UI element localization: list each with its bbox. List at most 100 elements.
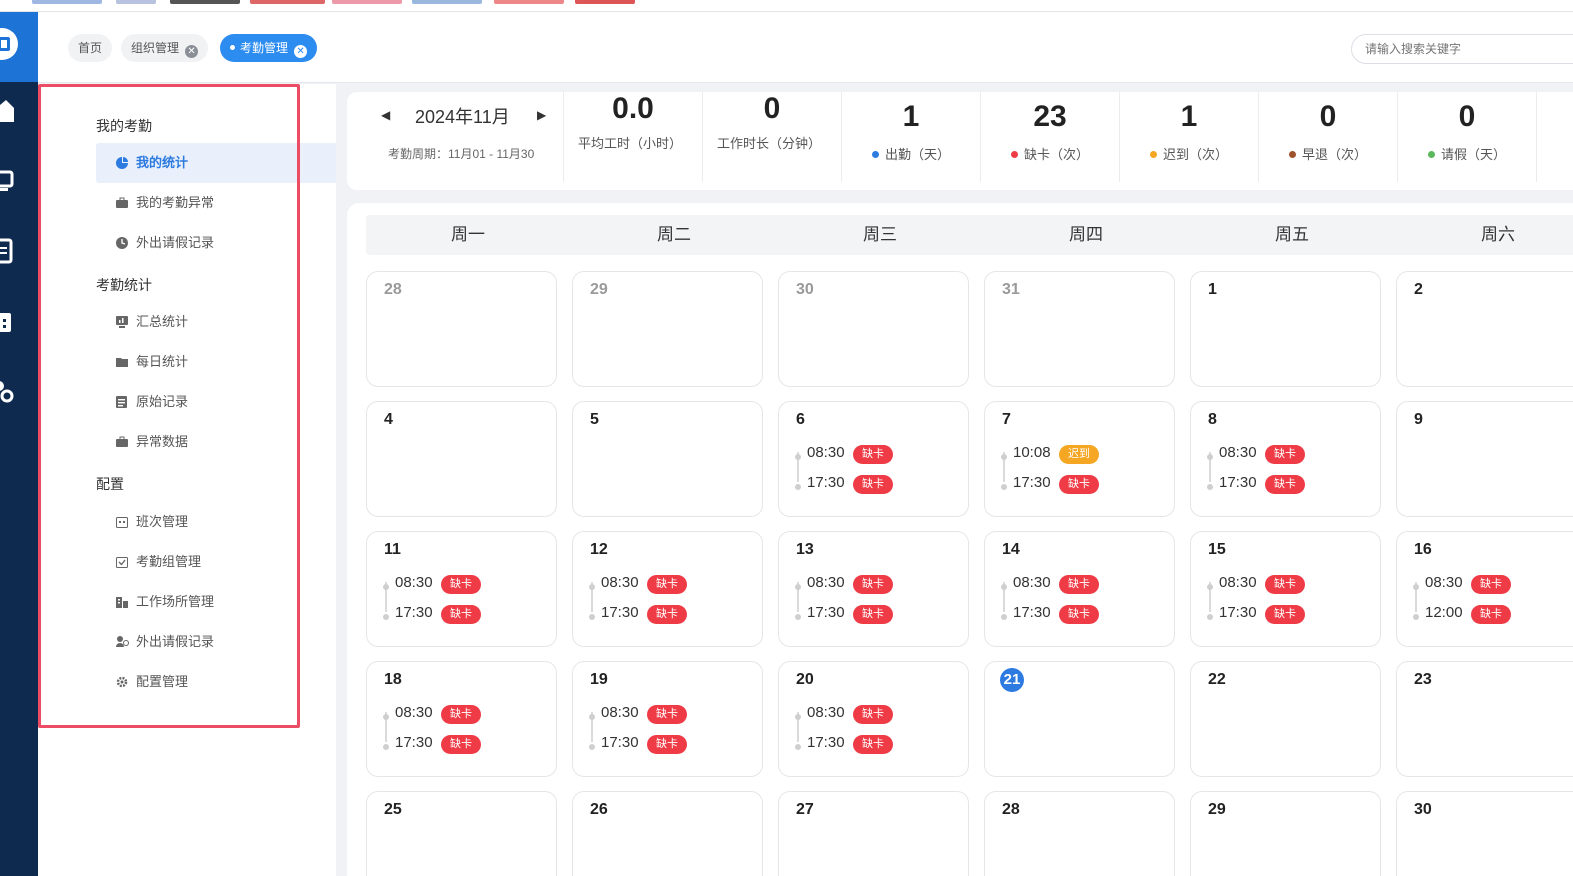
calendar-day-cell[interactable]: 7 10:08 迟到 17:30 缺卡 [984, 401, 1175, 517]
briefcase-icon [116, 197, 128, 208]
calendar-icon[interactable] [0, 308, 14, 334]
calendar-day-cell[interactable]: 27 [778, 791, 969, 876]
calendar-day-cell[interactable]: 18 08:30 缺卡 17:30 缺卡 [366, 661, 557, 777]
calendar-day-cell[interactable]: 8 08:30 缺卡 17:30 缺卡 [1190, 401, 1381, 517]
timeline-dot [1207, 614, 1213, 620]
calendar-day-cell[interactable]: 14 08:30 缺卡 17:30 缺卡 [984, 531, 1175, 647]
calendar-day-cell[interactable]: 6 08:30 缺卡 17:30 缺卡 [778, 401, 969, 517]
menu-item-raw-records[interactable]: 原始记录 [96, 382, 355, 422]
timeline-dot [795, 714, 801, 720]
status-badge: 缺卡 [647, 575, 687, 594]
calendar-day-cell[interactable]: 30 [1396, 791, 1573, 876]
close-icon[interactable]: ✕ [294, 45, 308, 58]
calendar-day-cell[interactable]: 30 [778, 271, 969, 387]
calendar-day-cell[interactable]: 16 08:30 缺卡 12:00 缺卡 [1396, 531, 1573, 647]
stat-card: 0 早退（次） [1258, 92, 1397, 182]
stat-label-text: 工作时长（分钟） [717, 136, 822, 151]
calendar-day-cell[interactable]: 29 [1190, 791, 1381, 876]
calendar-day-cell[interactable]: 21 [984, 661, 1175, 777]
calendar-day-cell[interactable]: 1 [1190, 271, 1381, 387]
calendar-day-cell[interactable]: 11 08:30 缺卡 17:30 缺卡 [366, 531, 557, 647]
menu-item-label: 我的统计 [136, 155, 189, 170]
timeline-dot [383, 714, 389, 720]
next-month-icon[interactable]: ▶ [537, 108, 546, 122]
menu-item-label: 工作场所管理 [136, 594, 215, 609]
tab-org-management[interactable]: 组织管理 ✕ [121, 34, 209, 62]
users-icon [116, 636, 129, 647]
punch-time: 08:30 [1219, 574, 1257, 591]
day-number: 13 [796, 541, 814, 558]
punch-time: 17:30 [395, 734, 433, 751]
menu-item-config-management[interactable]: 配置管理 [96, 662, 355, 702]
calendar-day-cell[interactable]: 31 [984, 271, 1175, 387]
timeline-dot [795, 744, 801, 750]
settings-icon[interactable] [0, 378, 14, 404]
stat-label-text: 平均工时（小时） [578, 136, 683, 151]
calendar-day-cell[interactable]: 19 08:30 缺卡 17:30 缺卡 [572, 661, 763, 777]
timeline-dot [589, 714, 595, 720]
monitor-icon[interactable] [0, 168, 14, 194]
calendar-day-cell[interactable]: 15 08:30 缺卡 17:30 缺卡 [1190, 531, 1381, 647]
document-icon[interactable] [0, 238, 14, 264]
calendar-day-cell[interactable]: 25 [366, 791, 557, 876]
status-badge: 迟到 [1059, 445, 1099, 464]
calendar-day-cell[interactable]: 20 08:30 缺卡 17:30 缺卡 [778, 661, 969, 777]
menu-item-daily-stats[interactable]: 每日统计 [96, 342, 355, 382]
status-badge: 缺卡 [441, 735, 481, 754]
stat-label-text: 出勤（天） [884, 147, 950, 162]
status-badge: 缺卡 [647, 705, 687, 724]
stat-label: 请假（天） [1398, 144, 1536, 163]
prev-month-icon[interactable]: ◀ [381, 108, 390, 122]
close-icon[interactable]: ✕ [185, 45, 199, 58]
menu-item-label: 外出请假记录 [136, 235, 215, 250]
check-box-icon [116, 557, 128, 568]
menu-item-summary-stats[interactable]: 汇总统计 [96, 302, 355, 342]
punch-time: 08:30 [1013, 574, 1051, 591]
calendar-day-cell[interactable]: 26 [572, 791, 763, 876]
day-number: 15 [1208, 541, 1226, 558]
stat-card: 0 请假（天） [1397, 92, 1536, 182]
calendar-day-cell[interactable]: 23 [1396, 661, 1573, 777]
tab-home[interactable]: 首页 [68, 34, 113, 62]
stat-label: 平均工时（小时） [578, 134, 682, 154]
day-number: 28 [1002, 801, 1020, 818]
calendar-day-cell[interactable]: 13 08:30 缺卡 17:30 缺卡 [778, 531, 969, 647]
calendar-day-cell[interactable]: 9 [1396, 401, 1573, 517]
status-badge: 缺卡 [853, 735, 893, 754]
calendar-day-cell[interactable]: 12 08:30 缺卡 17:30 缺卡 [572, 531, 763, 647]
punch-time: 17:30 [395, 604, 433, 621]
tab-org-management-label: 组织管理 [131, 41, 180, 55]
stat-value: 0.0 [612, 92, 654, 125]
calendar-day-cell[interactable]: 4 [366, 401, 557, 517]
menu-item-my-stats[interactable]: 我的统计 [96, 143, 355, 183]
menu-item-shift-management[interactable]: 班次管理 [96, 502, 355, 542]
menu-item-label: 班次管理 [136, 514, 189, 529]
menu-item-exception-data[interactable]: 异常数据 [96, 422, 355, 462]
stat-value: 0 [1458, 100, 1476, 133]
search-input[interactable] [1351, 34, 1573, 64]
menu-item-workplace-management[interactable]: 工作场所管理 [96, 582, 355, 622]
list-icon [116, 396, 127, 408]
menu-item-my-exceptions[interactable]: 我的考勤异常 [96, 183, 355, 223]
stat-value: 0 [763, 92, 781, 125]
stat-value: 1 [902, 100, 920, 133]
home-icon[interactable] [0, 98, 14, 124]
calendar-day-cell[interactable]: 28 [984, 791, 1175, 876]
menu-item-label: 原始记录 [136, 394, 189, 409]
menu-item-leave-records-config[interactable]: 外出请假记录 [96, 622, 355, 662]
tab-attendance-management[interactable]: 考勤管理 ✕ [220, 34, 318, 62]
month-switcher: ◀ 2024年11月 ▶ 考勤周期：11月01 - 11月30 [347, 92, 563, 190]
calendar-day-cell[interactable]: 2 [1396, 271, 1573, 387]
menu-item-leave-records[interactable]: 外出请假记录 [96, 223, 355, 263]
calendar-day-cell[interactable]: 5 [572, 401, 763, 517]
calendar-day-cell[interactable]: 29 [572, 271, 763, 387]
calendar-day-cell[interactable]: 22 [1190, 661, 1381, 777]
stat-card-partial [1536, 92, 1573, 182]
status-badge: 缺卡 [1471, 605, 1511, 624]
menu-item-label: 配置管理 [136, 674, 189, 689]
calendar-day-cell[interactable]: 28 [366, 271, 557, 387]
timeline-dot [589, 744, 595, 750]
day-number: 16 [1414, 541, 1432, 558]
app-logo[interactable] [0, 12, 38, 82]
menu-item-group-management[interactable]: 考勤组管理 [96, 542, 355, 582]
